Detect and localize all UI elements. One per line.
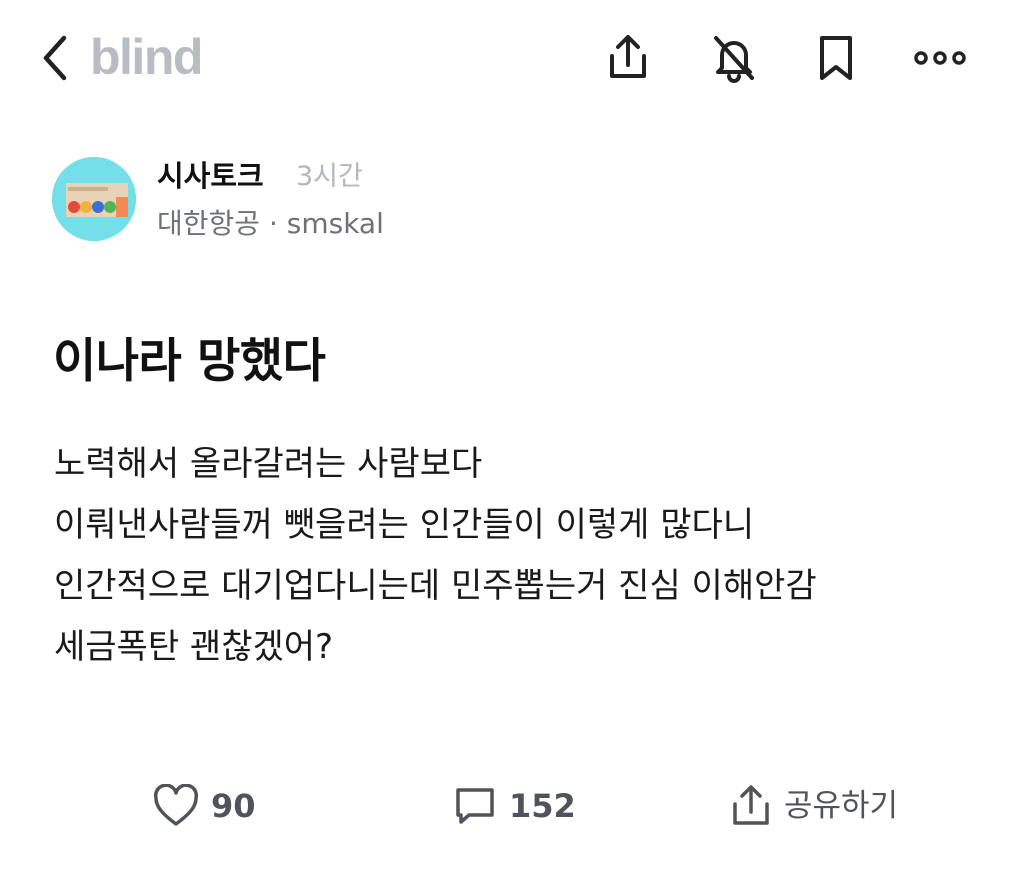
bookmark-icon bbox=[820, 36, 852, 80]
comment-button[interactable]: 152 bbox=[453, 778, 576, 834]
heart-icon bbox=[153, 784, 199, 826]
post-body: 노력해서 올라갈려는 사람보다 이뤄낸사람들꺼 뺏을려는 인간들이 이렇게 많다… bbox=[54, 434, 994, 678]
author-company[interactable]: 대한항공 · smskal bbox=[157, 204, 384, 244]
chevron-left-icon bbox=[43, 35, 67, 81]
comment-icon bbox=[456, 788, 494, 824]
channel-name[interactable]: 시사토크 bbox=[157, 156, 264, 196]
post-time: 3시간 bbox=[296, 161, 363, 192]
blind-logo[interactable]: blind bbox=[90, 24, 203, 90]
channel-avatar[interactable] bbox=[52, 157, 136, 241]
post-body-line: 세금폭탄 괜찮겠어? bbox=[54, 627, 334, 667]
post-body-line: 이뤄낸사람들꺼 뺏을려는 인간들이 이렇게 많다니 bbox=[54, 505, 755, 545]
post-title: 이나라 망했다 bbox=[53, 334, 326, 389]
share-label: 공유하기 bbox=[784, 788, 899, 824]
bell-off-icon bbox=[714, 36, 754, 83]
bookmark-button[interactable] bbox=[808, 30, 864, 86]
like-button[interactable]: 90 bbox=[153, 778, 256, 834]
like-count: 90 bbox=[211, 787, 256, 825]
comment-count: 152 bbox=[509, 787, 576, 825]
post-body-line: 노력해서 올라갈려는 사람보다 bbox=[54, 444, 483, 484]
back-button[interactable] bbox=[38, 32, 74, 84]
share-icon bbox=[733, 785, 769, 825]
post-body-line: 인간적으로 대기업다니는데 민주뽑는거 진심 이해안감 bbox=[54, 566, 817, 606]
channel-thumbnail-icon bbox=[52, 157, 136, 241]
more-icon bbox=[914, 51, 966, 65]
post-detail-page: blind 시사토크 3시간 대한항공 · smskal 이나라 망했다 노력해… bbox=[0, 0, 1024, 876]
share-button[interactable] bbox=[600, 30, 656, 86]
more-options-button[interactable] bbox=[912, 30, 968, 86]
share-post-button[interactable]: 공유하기 bbox=[730, 778, 898, 834]
share-icon bbox=[610, 35, 646, 78]
top-bar: blind bbox=[0, 0, 1024, 118]
notification-toggle-button[interactable] bbox=[706, 30, 762, 86]
